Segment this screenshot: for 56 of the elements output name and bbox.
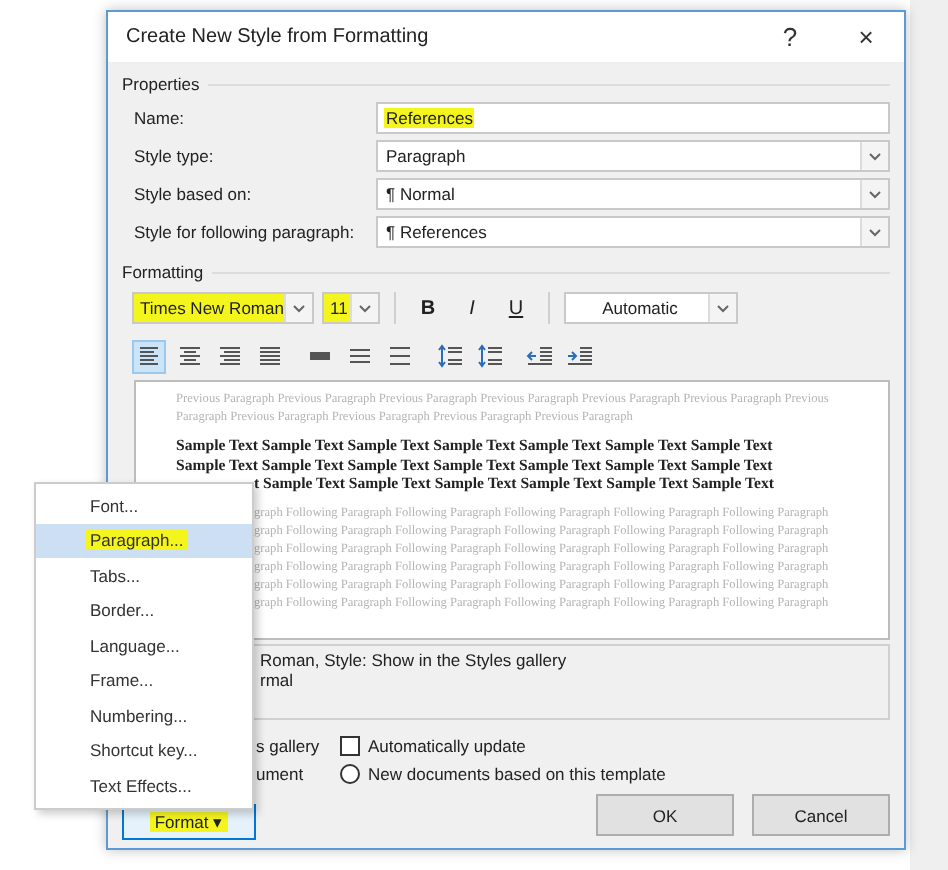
chevron-icon <box>350 294 378 322</box>
description-text: Roman, Style: Show in the Styles gallery <box>260 650 569 670</box>
close-button[interactable]: × <box>828 12 904 62</box>
group-label: Formatting <box>122 262 204 282</box>
checkbox[interactable] <box>340 736 360 756</box>
align-left-icon <box>135 342 163 370</box>
chevron-icon <box>284 294 312 322</box>
align-center-icon <box>175 342 203 370</box>
dropdown[interactable]: Paragraph <box>376 140 890 172</box>
dropdown[interactable]: ¶ Normal <box>376 178 890 210</box>
bold-button[interactable]: B <box>410 292 446 324</box>
option-label: s gallery <box>256 736 320 756</box>
chevron-icon <box>860 180 888 208</box>
window-title: Create New Style from Formatting <box>126 26 431 48</box>
radio-label: New documents based on this template <box>368 764 666 784</box>
menu-item[interactable]: Frame... <box>36 663 252 698</box>
menu-item[interactable]: Language... <box>36 628 252 663</box>
chevron-icon <box>708 294 736 322</box>
menu-item[interactable]: Font... <box>36 488 252 523</box>
space-after-icon <box>475 342 503 370</box>
field-label: Name: <box>134 108 187 128</box>
increase-indent-icon <box>565 342 593 370</box>
chevron-icon <box>860 218 888 246</box>
menu-item[interactable]: Paragraph... <box>36 523 252 558</box>
radio-button[interactable] <box>340 764 360 784</box>
cancel-button[interactable]: Cancel <box>752 794 890 836</box>
input-field[interactable]: References <box>376 102 890 134</box>
align-left-button[interactable] <box>132 339 166 373</box>
help-button[interactable]: ? <box>752 12 828 62</box>
menu-item[interactable]: Border... <box>36 593 252 628</box>
italic-button[interactable]: I <box>454 292 490 324</box>
double-spacing-icon <box>385 342 413 370</box>
description-text: rmal <box>260 670 296 690</box>
size-dropdown[interactable]: 11 <box>322 292 380 324</box>
group-label: Properties <box>122 74 200 94</box>
chevron-icon <box>860 142 888 170</box>
menu-item[interactable]: Shortcut key... <box>36 733 252 768</box>
field-label: Style for following paragraph: <box>134 222 357 242</box>
checkbox-label: Automatically update <box>368 736 526 756</box>
space-after-button[interactable] <box>472 339 506 373</box>
color-dropdown[interactable]: Automatic <box>564 292 738 324</box>
space-before-icon <box>435 342 463 370</box>
justify-icon <box>255 342 283 370</box>
underline-button[interactable]: U <box>498 292 534 324</box>
menu-item[interactable]: Text Effects... <box>36 768 252 803</box>
dropdown[interactable]: ¶ References <box>376 216 890 248</box>
align-right-icon <box>215 342 243 370</box>
field-label: Style based on: <box>134 184 254 204</box>
menu-item[interactable]: Tabs... <box>36 558 252 593</box>
decrease-indent-icon <box>525 342 553 370</box>
field-label: Style type: <box>134 146 216 166</box>
font-dropdown[interactable]: Times New Roman <box>132 292 314 324</box>
menu-item[interactable]: Numbering... <box>36 698 252 733</box>
space-before-button[interactable] <box>432 339 466 373</box>
option-label: ument <box>256 764 304 784</box>
ok-button[interactable]: OK <box>596 794 734 836</box>
